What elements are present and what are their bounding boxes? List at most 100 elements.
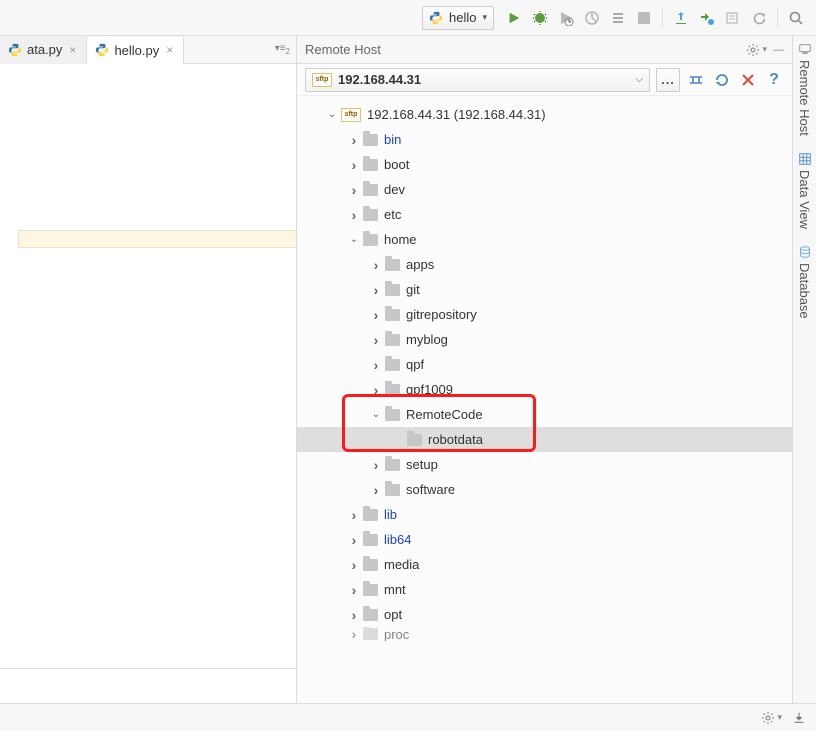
browse-button[interactable]: ... — [656, 68, 680, 92]
tree-row-myblog[interactable]: ›myblog — [297, 327, 792, 352]
search-everywhere-button[interactable] — [784, 6, 808, 30]
panel-settings-button[interactable]: ▾ — — [746, 43, 784, 57]
tree-label: dev — [384, 182, 405, 197]
remote-tree[interactable]: ⌄sftp192.168.44.31 (192.168.44.31)›bin›b… — [297, 96, 792, 703]
tree-row-mnt[interactable]: › mnt — [297, 577, 792, 602]
tabs-dropdown-icon[interactable]: ▾≡2 — [275, 43, 290, 56]
rail-database[interactable]: Database — [797, 245, 812, 319]
profile-button[interactable] — [580, 6, 604, 30]
tab-label: ata.py — [27, 42, 62, 57]
debug-button[interactable] — [528, 6, 552, 30]
tree-label: opt — [384, 607, 402, 622]
vcs-commit-button[interactable] — [695, 6, 719, 30]
rail-remote-host[interactable]: Remote Host — [797, 42, 812, 136]
chevron-right-icon[interactable]: › — [347, 132, 361, 148]
status-deploy-button[interactable] — [792, 711, 806, 725]
folder-icon — [385, 334, 400, 346]
editor-tab-ata[interactable]: ata.py × — [0, 36, 87, 64]
vcs-update-button[interactable] — [669, 6, 693, 30]
tree-row-git[interactable]: › git — [297, 277, 792, 302]
editor-tab-hello[interactable]: hello.py × — [87, 37, 184, 65]
connection-selector[interactable]: sftp 192.168.44.31 ⌵ — [305, 68, 650, 92]
vcs-history-button[interactable] — [721, 6, 745, 30]
chevron-right-icon[interactable]: › — [347, 182, 361, 198]
run-button[interactable] — [502, 6, 526, 30]
tree-row-home[interactable]: ⌄ home — [297, 227, 792, 252]
folder-icon — [385, 384, 400, 396]
tree-label: home — [384, 232, 417, 247]
toolbar-separator — [777, 8, 778, 28]
tree-row-root[interactable]: ⌄sftp 192.168.44.31 (192.168.44.31) — [297, 102, 792, 127]
close-icon[interactable]: × — [67, 43, 78, 57]
chevron-right-icon[interactable]: › — [369, 332, 383, 348]
filter-button[interactable] — [686, 70, 706, 90]
chevron-right-icon[interactable]: › — [369, 307, 383, 323]
vcs-revert-button[interactable] — [747, 6, 771, 30]
tree-row-etc[interactable]: › etc — [297, 202, 792, 227]
refresh-button[interactable] — [712, 70, 732, 90]
tree-row-qpf[interactable]: ›qpf — [297, 352, 792, 377]
python-file-icon — [95, 43, 109, 57]
disconnect-button[interactable] — [738, 70, 758, 90]
chevron-right-icon[interactable]: › — [369, 357, 383, 373]
chevron-right-icon[interactable]: › — [369, 382, 383, 398]
tree-row-lib[interactable]: ›lib — [297, 502, 792, 527]
tree-row-dev[interactable]: › dev — [297, 177, 792, 202]
status-gear-button[interactable]: ▾ — [761, 711, 782, 725]
main-toolbar: hello ▾ — [0, 0, 816, 36]
tree-label: mnt — [384, 582, 406, 597]
tree-label: git — [406, 282, 420, 297]
tree-row-opt[interactable]: › opt — [297, 602, 792, 627]
chevron-right-icon[interactable]: › — [347, 557, 361, 573]
chevron-right-icon[interactable]: › — [347, 607, 361, 623]
chevron-right-icon[interactable]: › — [347, 627, 361, 641]
chevron-right-icon[interactable]: › — [369, 457, 383, 473]
chevron-right-icon[interactable]: › — [347, 207, 361, 223]
folder-icon — [363, 628, 378, 640]
toolbar-separator — [662, 8, 663, 28]
tree-row-qpf1009[interactable]: ›qpf1009 — [297, 377, 792, 402]
editor-body[interactable] — [0, 64, 296, 703]
tree-label: apps — [406, 257, 434, 272]
chevron-right-icon[interactable]: › — [347, 507, 361, 523]
chevron-down-icon[interactable]: ⌄ — [325, 109, 339, 120]
chevron-right-icon[interactable]: › — [347, 157, 361, 173]
chevron-right-icon[interactable]: › — [347, 532, 361, 548]
editor-tabs: ata.py × hello.py × ▾≡2 — [0, 36, 296, 64]
sftp-badge-icon: sftp — [341, 108, 361, 122]
tree-row-proc[interactable]: ›proc — [297, 627, 792, 641]
tree-row-apps[interactable]: › apps — [297, 252, 792, 277]
tree-row-remotecode[interactable]: ⌄ RemoteCode — [297, 402, 792, 427]
chevron-down-icon[interactable]: ⌄ — [347, 234, 361, 245]
rail-data-view[interactable]: Data View — [797, 152, 812, 229]
folder-icon — [407, 434, 422, 446]
tree-label: 192.168.44.31 (192.168.44.31) — [367, 107, 546, 122]
tree-row-bin[interactable]: ›bin — [297, 127, 792, 152]
tab-label: hello.py — [114, 43, 159, 58]
chevron-right-icon[interactable]: › — [347, 582, 361, 598]
coverage-button[interactable] — [554, 6, 578, 30]
folder-icon — [363, 559, 378, 571]
tree-row-lib64[interactable]: ›lib64 — [297, 527, 792, 552]
gear-icon — [746, 43, 760, 57]
concurrency-button[interactable] — [606, 6, 630, 30]
folder-icon — [363, 134, 378, 146]
tree-row-robotdata[interactable]: ·robotdata — [297, 427, 792, 452]
tree-row-boot[interactable]: ›boot — [297, 152, 792, 177]
tree-label: RemoteCode — [406, 407, 483, 422]
tree-label: robotdata — [428, 432, 483, 447]
help-button[interactable]: ? — [764, 70, 784, 90]
stop-button[interactable] — [632, 6, 656, 30]
tree-row-software[interactable]: ›software — [297, 477, 792, 502]
close-icon[interactable]: × — [164, 43, 175, 57]
chevron-right-icon[interactable]: › — [369, 257, 383, 273]
tree-row-gitrepository[interactable]: ›gitrepository — [297, 302, 792, 327]
tree-row-media[interactable]: ›media — [297, 552, 792, 577]
folder-icon — [363, 209, 378, 221]
chevron-down-icon[interactable]: ⌄ — [369, 409, 383, 420]
tree-row-setup[interactable]: ›setup — [297, 452, 792, 477]
chevron-right-icon[interactable]: › — [369, 282, 383, 298]
chevron-right-icon[interactable]: › — [369, 482, 383, 498]
run-config-selector[interactable]: hello ▾ — [422, 6, 494, 30]
tree-label: etc — [384, 207, 401, 222]
